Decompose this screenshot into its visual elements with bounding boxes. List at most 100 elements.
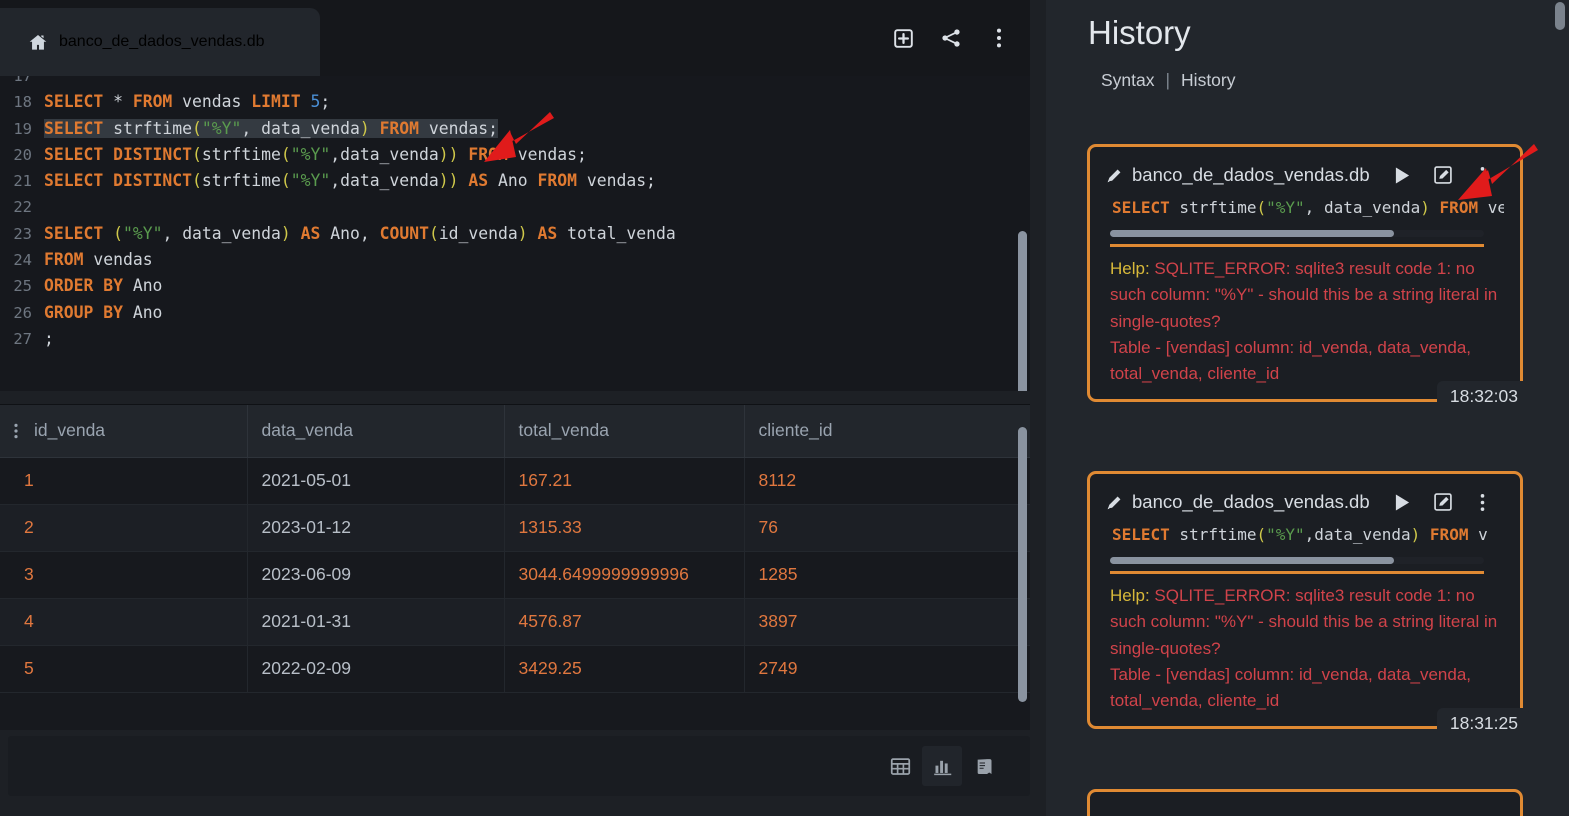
code-token: , data_venda xyxy=(1304,198,1421,217)
line-content: SELECT strftime("%Y", data_venda) FROM v… xyxy=(44,118,498,138)
notebook-view-button[interactable] xyxy=(964,746,1004,786)
column-header-label: total_venda xyxy=(518,420,610,441)
edit-square-icon xyxy=(1433,493,1452,511)
share-icon xyxy=(942,29,960,47)
code-token: ( xyxy=(192,171,202,191)
scrollbar-thumb[interactable] xyxy=(1110,230,1395,237)
tab-title: banco_de_dados_vendas.db xyxy=(59,33,265,50)
history-card-hscrollbar[interactable] xyxy=(1110,557,1484,564)
history-vertical-scrollbar[interactable] xyxy=(1555,2,1565,30)
code-token: v xyxy=(1468,525,1488,544)
history-card[interactable]: banco_de_dados_vendas.db SELECT strftime(… xyxy=(1087,471,1529,741)
table-row[interactable]: 1 2021-05-01 167.21 8112 xyxy=(0,457,1030,505)
code-token: FROM xyxy=(1439,198,1479,217)
code-token: "%Y" xyxy=(1266,198,1305,217)
line-number: 21 xyxy=(13,172,32,191)
history-card-help: Help: SQLITE_ERROR: sqlite3 result code … xyxy=(1110,583,1504,714)
history-card-header: banco_de_dados_vendas.db xyxy=(1106,488,1504,516)
app-root: banco_de_dados_vendas.db 17 18 SELECT * … xyxy=(0,0,1569,816)
column-header-data-venda[interactable]: data_venda xyxy=(247,405,505,458)
column-header-total-venda[interactable]: total_venda xyxy=(504,405,745,458)
code-token: strftime xyxy=(201,171,281,191)
code-lines: 17 18 SELECT * FROM vendas LIMIT 5; 19 SELEC… xyxy=(0,76,676,352)
code-line: 26 GROUP BY Ano xyxy=(0,300,676,326)
line-content: SELECT ("%Y", data_venda) AS Ano, COUNT(… xyxy=(44,224,676,243)
sql-code-editor[interactable]: 17 18 SELECT * FROM vendas LIMIT 5; 19 SELEC… xyxy=(0,76,1030,391)
history-card[interactable] xyxy=(1087,789,1523,816)
scrollbar-thumb[interactable] xyxy=(1110,557,1395,564)
code-token: vendas xyxy=(172,92,252,112)
editor-vertical-scrollbar[interactable] xyxy=(1018,231,1027,391)
line-content: SELECT * FROM vendas LIMIT 5; xyxy=(44,92,330,111)
more-options-button[interactable] xyxy=(982,21,1016,55)
code-token: ) xyxy=(359,118,370,138)
results-table-body: 1 2021-05-01 167.21 8112 2 2023-01-12 1315.33 7… xyxy=(0,457,1030,693)
code-line: 18 SELECT * FROM vendas LIMIT 5; xyxy=(0,89,676,115)
notebook-icon xyxy=(977,758,991,774)
edit-query-button[interactable] xyxy=(1432,491,1454,513)
code-line: 27; xyxy=(0,326,676,352)
table-row[interactable]: 5 2022-02-09 3429.25 2749 xyxy=(0,645,1030,693)
column-header-id-venda[interactable]: id_venda xyxy=(0,405,248,458)
code-token: Ano xyxy=(488,171,538,191)
share-button[interactable] xyxy=(934,21,968,55)
code-line: 17 xyxy=(0,76,676,89)
code-token: ( xyxy=(192,144,202,164)
line-number: 23 xyxy=(13,224,32,243)
card-more-options-button[interactable] xyxy=(1472,164,1494,186)
table-row[interactable]: 4 2021-01-31 4576.87 3897 xyxy=(0,598,1030,646)
column-header-label: id_venda xyxy=(34,420,106,441)
results-vertical-scrollbar[interactable] xyxy=(1018,427,1027,702)
play-icon xyxy=(1396,166,1410,184)
new-tab-button[interactable] xyxy=(886,21,920,55)
column-header-label: data_venda xyxy=(261,420,353,441)
chart-view-button[interactable] xyxy=(922,746,962,786)
table-view-button[interactable] xyxy=(880,746,920,786)
code-token: FROM xyxy=(44,250,84,270)
code-line: 21 SELECT DISTINCT(strftime("%Y",data_ven… xyxy=(0,168,676,194)
tab-banco-de-dados-vendas[interactable]: banco_de_dados_vendas.db xyxy=(0,8,320,76)
tab-syntax[interactable]: Syntax xyxy=(1101,70,1155,91)
column-menu-icon[interactable] xyxy=(14,423,18,438)
plus-square-icon xyxy=(893,28,913,48)
history-card-hscrollbar[interactable] xyxy=(1110,230,1484,237)
cell-cliente-id: 1285 xyxy=(744,551,1030,599)
edit-query-button[interactable] xyxy=(1432,164,1454,186)
code-token: "%Y" xyxy=(122,223,163,243)
code-token: SELECT xyxy=(44,223,104,243)
code-token: FROM xyxy=(468,144,508,164)
results-table-head: id_venda data_venda total_venda cliente_id xyxy=(0,405,1030,458)
code-token: )) xyxy=(438,171,459,191)
run-query-button[interactable] xyxy=(1392,491,1414,513)
code-token: ) xyxy=(517,223,528,243)
tab-history[interactable]: History xyxy=(1181,70,1235,91)
table-row[interactable]: 2 2023-01-12 1315.33 76 xyxy=(0,504,1030,552)
card-more-options-button[interactable] xyxy=(1472,491,1494,513)
table-row[interactable]: 3 2023-06-09 3044.6499999999996 1285 xyxy=(0,551,1030,599)
code-token: SELECT DISTINCT xyxy=(44,171,193,191)
column-header-cliente-id[interactable]: cliente_id xyxy=(744,405,1030,458)
vertical-dots-icon xyxy=(1480,166,1485,184)
grid-table-icon xyxy=(890,757,910,775)
run-query-button[interactable] xyxy=(1392,164,1414,186)
line-number: 26 xyxy=(13,303,32,322)
code-token: )) xyxy=(438,144,459,164)
pencil-icon xyxy=(1107,496,1121,509)
history-card[interactable]: banco_de_dados_vendas.db SELECT strftime(… xyxy=(1087,144,1529,414)
code-token: "%Y" xyxy=(1266,525,1305,544)
edit-square-icon xyxy=(1433,166,1452,184)
line-number: 22 xyxy=(13,198,32,217)
code-token: FROM xyxy=(132,92,173,112)
line-content: GROUP BY Ano xyxy=(44,303,162,322)
history-pane: History Syntax | History banco_de_dados_… xyxy=(1046,0,1569,816)
code-token: ( xyxy=(280,171,291,191)
history-card-sql: SELECT strftime("%Y",data_venda) FROM v xyxy=(1112,525,1504,549)
history-card-actions xyxy=(1392,491,1494,513)
results-grid: id_venda data_venda total_venda cliente_id … xyxy=(0,404,1030,730)
history-card-timestamp: 18:32:03 xyxy=(1436,381,1529,414)
